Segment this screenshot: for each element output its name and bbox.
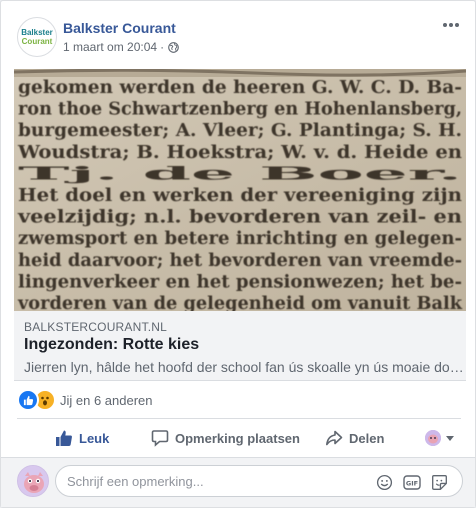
divider <box>17 418 461 419</box>
clipping-text-line: Woudstra; B. Hoekstra; W. v. d. Heide en <box>17 143 462 163</box>
caret-down-icon <box>446 435 454 441</box>
thumbs-up-glyph <box>23 395 33 405</box>
avatar-glyph <box>425 430 441 446</box>
globe-icon[interactable] <box>168 41 179 53</box>
clipping-text-line: heid daarvoor; het bevorderen van vreemd… <box>18 251 462 271</box>
comment-button[interactable]: Opmerking plaatsen <box>151 421 300 455</box>
comment-icon <box>151 430 169 447</box>
dot <box>449 23 453 27</box>
logo-text-balkster: Balkster <box>21 28 53 37</box>
emoji-icon[interactable] <box>376 474 393 491</box>
logo-text-courant: Courant <box>21 37 53 46</box>
post-as-selector[interactable] <box>425 429 454 447</box>
emoji-glyph <box>376 474 393 490</box>
like-reaction-icon[interactable] <box>17 389 39 411</box>
gif-glyph: GIF <box>403 474 421 490</box>
sticker-icon[interactable] <box>431 474 448 491</box>
gif-icon[interactable]: GIF <box>403 474 421 491</box>
like-button[interactable]: Leuk <box>55 421 109 455</box>
comment-composer: Schrijf een opmerking... GIF <box>1 457 475 507</box>
newspaper-clipping-image[interactable]: gekomen werden de heeren G. W. C. D. Ba-… <box>14 69 466 311</box>
clipping-text-line: ron thoe Schwartzenberg en Hohenlansberg… <box>18 100 462 120</box>
post-timestamp[interactable]: 1 maart om 20:04 <box>63 40 157 54</box>
wow-face-glyph <box>41 396 49 406</box>
clipping-text-line: lingenverkeer en het pensionwezen; het b… <box>18 272 462 292</box>
post-meta: 1 maart om 20:04 · <box>63 40 179 54</box>
link-preview[interactable]: BALKSTERCOURANT.NL Ingezonden: Rotte kie… <box>14 311 466 381</box>
dot <box>443 23 447 27</box>
like-label: Leuk <box>79 430 110 446</box>
page-logo[interactable]: Balkster Courant <box>17 17 57 57</box>
clipping-text-line: vorderen van de gelegenheid om vanuit Ba… <box>17 294 463 311</box>
avatar <box>425 430 441 446</box>
link-domain: BALKSTERCOURANT.NL <box>24 320 167 334</box>
share-arrow-icon <box>326 430 343 446</box>
avatar[interactable] <box>17 465 49 497</box>
more-dots-icon[interactable] <box>439 15 463 35</box>
comment-label: Opmerking plaatsen <box>175 430 300 446</box>
action-bar: Leuk Opmerking plaatsen Delen <box>17 421 461 455</box>
share-label: Delen <box>349 430 385 446</box>
dot <box>455 23 459 27</box>
link-title[interactable]: Ingezonden: Rotte kies <box>24 336 199 354</box>
reactions-summary[interactable]: Jij en 6 anderen <box>17 389 153 411</box>
clipping-text-line: zwemsport en betere inrichting en gelege… <box>18 229 462 249</box>
newspaper-clipping-svg: gekomen werden de heeren G. W. C. D. Ba-… <box>14 69 466 311</box>
sticker-glyph <box>432 474 447 490</box>
link-description: Jierren lyn, hâlde het hoofd der school … <box>24 359 464 375</box>
clipping-text-line: gekomen werden de heeren G. W. C. D. Ba- <box>18 78 462 98</box>
comment-input[interactable]: Schrijf een opmerking... GIF <box>55 465 463 497</box>
gif-label: GIF <box>406 479 418 487</box>
thumbs-up-icon <box>56 430 72 446</box>
meta-separator: · <box>160 40 165 54</box>
clipping-text-line: veelzijdig; n.l. bevorderen van zeil- en <box>17 208 463 228</box>
post-card: Balkster Courant Balkster Courant 1 maar… <box>0 0 476 508</box>
reaction-count-text[interactable]: Jij en 6 anderen <box>60 393 153 408</box>
user-avatar-glyph <box>18 466 48 496</box>
comment-placeholder: Schrijf een opmerking... <box>67 473 204 489</box>
clipping-text-line: burgemeester; A. Vleer; G. Plantinga; S.… <box>18 121 462 141</box>
clipping-text-line: Tj. de Boer. <box>18 164 462 184</box>
page-name-link[interactable]: Balkster Courant <box>63 20 176 36</box>
post-header: Balkster Courant Balkster Courant 1 maar… <box>1 1 475 69</box>
share-button[interactable]: Delen <box>325 421 384 455</box>
composer-icons: GIF <box>376 473 448 491</box>
clipping-text-line: Het doel en werken der vereeniging zijn <box>18 186 462 206</box>
